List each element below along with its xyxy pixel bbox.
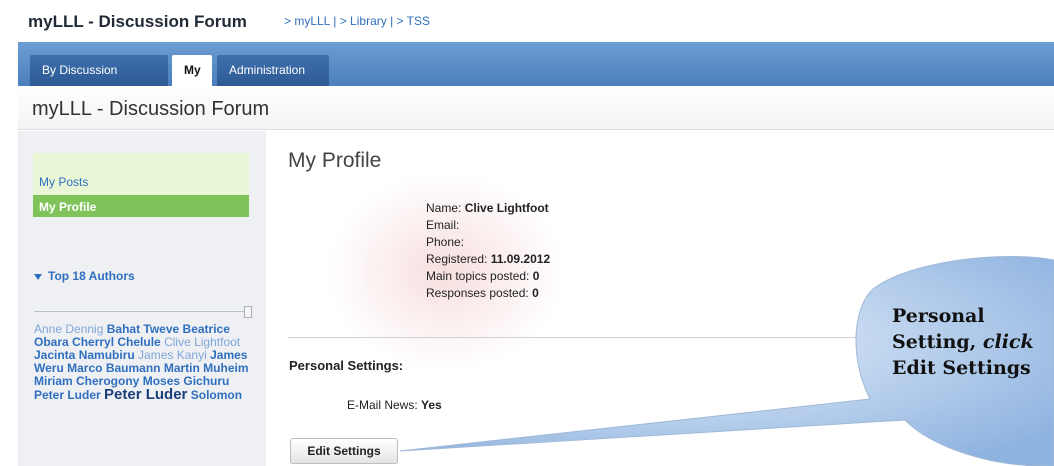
author-link[interactable]: Marco Baumann [67,361,160,375]
edit-settings-button[interactable]: Edit Settings [290,438,398,464]
page-header-title: myLLL - Discussion Forum [32,98,270,120]
callout-line-2a: Setting, [892,331,977,353]
profile-phone-row: Phone: [426,234,550,251]
callout-line-2b: click [982,331,1034,353]
authors-slider-track[interactable] [34,311,250,312]
email-news-label: E-Mail News: [347,398,418,412]
breadcrumb-library[interactable]: | > Library [333,14,386,28]
breadcrumb: > myLLL | > Library | > TSS [284,14,430,28]
sidebar-item-my-posts[interactable]: My Posts [39,175,88,189]
author-link[interactable]: Peter Luder [34,388,101,402]
profile-info: Name: Clive Lightfoot Email: Phone: Regi… [426,200,550,302]
author-link[interactable]: Jacinta Namubiru [34,348,135,362]
profile-registered-row: Registered: 11.09.2012 [426,251,550,268]
author-link[interactable]: Bahat Tweve [107,322,179,336]
callout-line-2: Setting, click [892,329,1054,355]
my-menu: My Posts My Profile [33,153,249,217]
name-label: Name: [426,201,462,215]
tab-my[interactable]: My [172,55,212,86]
name-value: Clive Lightfoot [464,201,549,215]
tab-by-discussion[interactable]: By Discussion [30,55,168,86]
author-link[interactable]: Clive Lightfoot [164,335,240,349]
app-title: myLLL - Discussion Forum [28,12,247,31]
personal-settings-heading: Personal Settings: [289,358,404,373]
tab-administration[interactable]: Administration [217,55,329,86]
profile-responses-row: Responses posted: 0 [426,285,550,302]
author-tag-cloud: Anne Dennig Bahat Tweve Beatrice Obara C… [34,322,254,403]
sidebar: My Posts My Profile Top 18 Authors Anne … [18,131,266,466]
author-link[interactable]: Peter Luder [104,386,187,403]
responses-value: 0 [532,286,539,300]
top-authors-toggle[interactable]: Top 18 Authors [34,269,135,283]
app-frame: myLLL - Discussion Forum > myLLL | > Lib… [18,0,1054,466]
email-news-row: E-Mail News: Yes [347,398,442,412]
author-link[interactable]: Anne Dennig [34,322,103,336]
callout-line-3: Edit Settings [892,357,1031,379]
breadcrumb-mylll[interactable]: > myLLL [284,14,330,28]
author-link[interactable]: Solomon [191,388,242,402]
author-link[interactable]: James Kanyi [138,348,207,362]
page-header: myLLL - Discussion Forum [18,86,1054,130]
main-topics-label: Main topics posted: [426,269,530,283]
main-content: My Profile Name: Clive Lightfoot Email: … [266,131,1054,466]
top-authors-heading: Top 18 Authors [48,269,135,283]
author-link[interactable]: Cherryl Chelule [72,335,161,349]
email-news-value: Yes [421,398,442,412]
triangle-down-icon [34,273,42,280]
registered-value: 11.09.2012 [490,252,551,266]
profile-name-row: Name: Clive Lightfoot [426,200,550,217]
breadcrumb-tss[interactable]: | > TSS [390,14,430,28]
profile-topics-row: Main topics posted: 0 [426,268,550,285]
top-bar: myLLL - Discussion Forum > myLLL | > Lib… [18,0,1054,42]
email-label: Email: [426,218,460,232]
author-link[interactable]: Martin Muheim [164,361,249,375]
profile-email-row: Email: [426,217,550,234]
tab-bar: By Discussion My Administration [18,42,1054,86]
main-topics-value: 0 [532,269,540,283]
phone-label: Phone: [426,235,465,249]
authors-slider-handle[interactable] [244,306,252,318]
callout-text: Personal Setting, click Edit Settings [892,303,1054,381]
page-title: My Profile [288,149,382,172]
sidebar-item-my-profile[interactable]: My Profile [33,195,249,217]
registered-label: Registered: [426,252,488,266]
responses-label: Responses posted: [426,286,529,300]
callout-line-1: Personal [892,305,985,327]
